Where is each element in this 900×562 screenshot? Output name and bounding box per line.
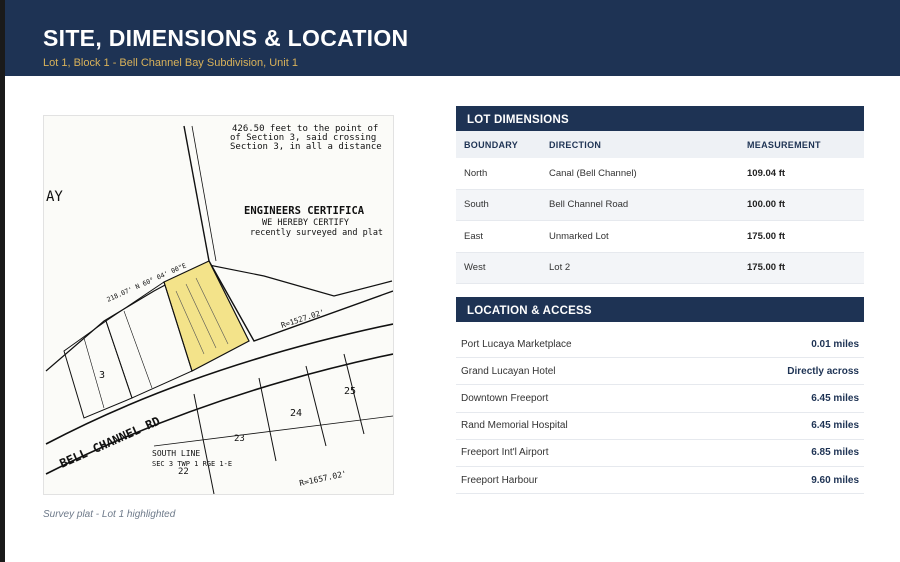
direction-cell: Lot 2 xyxy=(541,252,739,284)
plat-road-line-west-2 xyxy=(191,125,217,262)
list-item: Downtown Freeport 6.45 miles xyxy=(456,385,864,413)
table-row: East Unmarked Lot 175.00 ft xyxy=(456,220,864,253)
plat-south-lot-line xyxy=(258,377,277,462)
measurement-cell: 109.04 ft xyxy=(739,158,864,190)
table-header-row: BOUNDARY DIRECTION MEASUREMENT xyxy=(456,131,864,158)
plat-sec-line-label: SEC 3 TWP 1 RGE 1-E xyxy=(152,460,232,468)
column-header-measurement: MEASUREMENT xyxy=(739,131,864,158)
direction-cell: Unmarked Lot xyxy=(541,220,739,253)
location-name: Freeport Harbour xyxy=(461,474,538,486)
page-title: SITE, DIMENSIONS & LOCATION xyxy=(43,25,409,51)
survey-caption: Survey plat - Lot 1 highlighted xyxy=(43,509,176,520)
table-row: North Canal (Bell Channel) 109.04 ft xyxy=(456,158,864,190)
plat-edge-label: AY xyxy=(46,189,63,205)
plat-lot-divider xyxy=(123,310,153,389)
lot-dimensions-heading: LOT DIMENSIONS xyxy=(456,106,864,131)
list-item: Rand Memorial Hospital 6.45 miles xyxy=(456,413,864,440)
location-distance: 9.60 miles xyxy=(811,474,859,486)
plat-lot-24-label: 24 xyxy=(290,408,302,419)
location-distance: 6.85 miles xyxy=(811,447,859,459)
survey-plat-image: 426.50 feet to the point of of Section 3… xyxy=(43,115,394,495)
plat-cert-line-1: WE HEREBY CERTIFY xyxy=(262,218,349,228)
location-name: Rand Memorial Hospital xyxy=(461,420,568,432)
location-name: Downtown Freeport xyxy=(461,392,549,404)
location-name: Port Lucaya Marketplace xyxy=(461,338,572,350)
boundary-cell: East xyxy=(456,220,541,253)
plat-south-line-label: SOUTH LINE xyxy=(152,449,200,458)
plat-lot-3 xyxy=(63,320,133,419)
location-access-heading: LOCATION & ACCESS xyxy=(456,297,864,322)
plat-lot-1-highlight xyxy=(163,260,250,372)
column-header-boundary: BOUNDARY xyxy=(456,131,541,158)
measurement-cell: 175.00 ft xyxy=(739,220,864,253)
location-name: Freeport Int'l Airport xyxy=(461,447,549,459)
page-subtitle: Lot 1, Block 1 - Bell Channel Bay Subdiv… xyxy=(43,57,298,69)
page: SITE, DIMENSIONS & LOCATION Lot 1, Block… xyxy=(5,0,900,562)
plat-lot-25-label: 25 xyxy=(344,386,356,397)
survey-plat-drawing: 426.50 feet to the point of of Section 3… xyxy=(45,124,393,494)
measurement-cell: 175.00 ft xyxy=(739,252,864,284)
boundary-cell: South xyxy=(456,189,541,221)
plat-radial-top: R=1527.02' xyxy=(280,307,326,330)
direction-cell: Canal (Bell Channel) xyxy=(541,158,739,190)
plat-road-line-west xyxy=(183,125,210,262)
table-row: South Bell Channel Road 100.00 ft xyxy=(456,189,864,221)
column-header-direction: DIRECTION xyxy=(541,131,739,158)
plat-lot-22-label: 22 xyxy=(178,467,189,477)
list-item: Freeport Int'l Airport 6.85 miles xyxy=(456,440,864,467)
list-item: Grand Lucayan Hotel Directly across xyxy=(456,358,864,386)
table-row: West Lot 2 175.00 ft xyxy=(456,252,864,284)
list-item: Freeport Harbour 9.60 miles xyxy=(456,467,864,495)
measurement-cell: 100.00 ft xyxy=(739,189,864,221)
boundary-cell: West xyxy=(456,252,541,284)
plat-south-lot-line xyxy=(305,365,327,447)
list-item: Port Lucaya Marketplace 0.01 miles xyxy=(456,331,864,359)
location-distance: 6.45 miles xyxy=(811,420,859,432)
page-header: SITE, DIMENSIONS & LOCATION Lot 1, Block… xyxy=(5,0,900,76)
plat-radial-bottom: R=1657.02' xyxy=(299,469,348,488)
plat-desc-line-3: Section 3, in all a distance xyxy=(230,142,382,152)
plat-lot-23-label: 23 xyxy=(234,434,245,444)
lot-dimensions-table: BOUNDARY DIRECTION MEASUREMENT North Can… xyxy=(456,131,864,284)
plat-road-label: BELL CHANNEL RD xyxy=(58,414,163,471)
location-distance: 0.01 miles xyxy=(811,338,859,350)
boundary-cell: North xyxy=(456,158,541,190)
plat-lot-3-label: 3 xyxy=(99,370,105,381)
plat-south-lot-line xyxy=(193,393,215,494)
location-name: Grand Lucayan Hotel xyxy=(461,365,556,377)
location-distance: Directly across xyxy=(787,365,859,377)
direction-cell: Bell Channel Road xyxy=(541,189,739,221)
location-access-list: Port Lucaya Marketplace 0.01 miles Grand… xyxy=(456,331,864,495)
plat-cert-line-2: recently surveyed and plat xyxy=(250,228,383,238)
location-distance: 6.45 miles xyxy=(811,392,859,404)
plat-engineers-certificate: ENGINEERS CERTIFICA xyxy=(244,205,365,217)
plat-section-line xyxy=(153,415,393,447)
